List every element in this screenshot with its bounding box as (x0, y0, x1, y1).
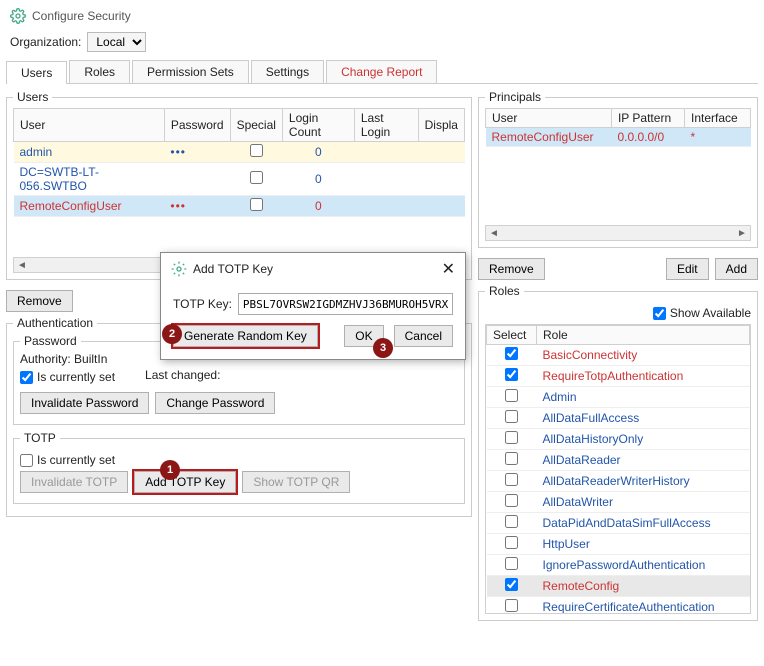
role-checkbox[interactable] (505, 578, 518, 591)
role-checkbox[interactable] (505, 599, 518, 612)
role-row[interactable]: AllDataHistoryOnly (487, 429, 750, 450)
special-checkbox[interactable] (250, 144, 263, 157)
totp-group: TOTP Is currently set Invalidate TOTP Ad… (13, 431, 465, 504)
role-checkbox[interactable] (505, 557, 518, 570)
last-changed-label: Last changed: (145, 368, 220, 382)
main-tabs: Users Roles Permission Sets Settings Cha… (6, 60, 758, 84)
special-checkbox[interactable] (250, 171, 263, 184)
role-checkbox[interactable] (505, 431, 518, 444)
role-checkbox[interactable] (505, 368, 518, 381)
annotation-2: 2 (162, 324, 182, 344)
role-row[interactable]: Admin (487, 387, 750, 408)
principals-panel: Principals User IP Pattern Interface Rem… (478, 90, 758, 248)
remove-user-button[interactable]: Remove (6, 290, 73, 312)
role-row[interactable]: HttpUser (487, 534, 750, 555)
role-row[interactable]: AllDataReader (487, 450, 750, 471)
gear-icon (10, 8, 26, 24)
tab-users[interactable]: Users (6, 61, 67, 84)
role-row[interactable]: RemoteConfig (487, 576, 750, 597)
table-row[interactable]: RemoteConfigUser0.0.0.0/0* (486, 128, 751, 147)
add-principal-button[interactable]: Add (715, 258, 758, 280)
organization-label: Organization: (10, 35, 81, 49)
role-row[interactable]: BasicConnectivity (487, 345, 750, 366)
role-row[interactable]: AllDataWriter (487, 492, 750, 513)
window-title: Configure Security (32, 9, 131, 23)
authentication-title: Authentication (13, 316, 97, 330)
role-row[interactable]: RequireTotpAuthentication (487, 366, 750, 387)
totp-is-set-checkbox[interactable] (20, 454, 33, 467)
password-is-set-checkbox[interactable] (20, 371, 33, 384)
role-checkbox[interactable] (505, 410, 518, 423)
add-totp-key-dialog: Add TOTP Key ✕ TOTP Key: Generate Random… (160, 252, 466, 360)
generate-random-key-button[interactable]: Generate Random Key (173, 325, 318, 347)
annotation-1: 1 (160, 460, 180, 480)
tab-roles[interactable]: Roles (69, 60, 130, 83)
cancel-button[interactable]: Cancel (394, 325, 453, 347)
role-checkbox[interactable] (505, 473, 518, 486)
totp-key-input[interactable] (238, 293, 453, 315)
special-checkbox[interactable] (250, 198, 263, 211)
users-panel-title: Users (13, 90, 52, 104)
authority-label: Authority: (20, 352, 71, 366)
invalidate-password-button[interactable]: Invalidate Password (20, 392, 149, 414)
roles-table: Select Role BasicConnectivityRequireTotp… (486, 325, 750, 614)
edit-principal-button[interactable]: Edit (666, 258, 709, 280)
organization-select[interactable]: Local (87, 32, 146, 52)
roles-panel: Roles Show Available Select Role BasicCo… (478, 284, 758, 621)
role-row[interactable]: AllDataFullAccess (487, 408, 750, 429)
role-checkbox[interactable] (505, 515, 518, 528)
principals-horizontal-scrollbar[interactable]: ◄ ► (485, 225, 751, 241)
role-checkbox[interactable] (505, 494, 518, 507)
authority-value: BuiltIn (74, 352, 107, 366)
role-checkbox[interactable] (505, 536, 518, 549)
invalidate-totp-button[interactable]: Invalidate TOTP (20, 471, 128, 493)
tab-permission-sets[interactable]: Permission Sets (132, 60, 249, 83)
add-totp-key-button[interactable]: Add TOTP Key (134, 471, 236, 493)
table-row[interactable]: DC=SWTB-LT-056.SWTBO0 (14, 163, 465, 196)
tab-change-report[interactable]: Change Report (326, 60, 437, 83)
change-password-button[interactable]: Change Password (155, 392, 275, 414)
role-checkbox[interactable] (505, 347, 518, 360)
table-row[interactable]: admin•••0 (14, 142, 465, 163)
scroll-left-icon[interactable]: ◄ (486, 228, 502, 239)
role-row[interactable]: IgnorePasswordAuthentication (487, 555, 750, 576)
tab-settings[interactable]: Settings (251, 60, 324, 83)
role-row[interactable]: RequireCertificateAuthentication (487, 597, 750, 615)
totp-key-label: TOTP Key: (173, 297, 232, 311)
role-checkbox[interactable] (505, 452, 518, 465)
role-row[interactable]: DataPidAndDataSimFullAccess (487, 513, 750, 534)
show-available-checkbox[interactable] (653, 307, 666, 320)
role-checkbox[interactable] (505, 389, 518, 402)
gear-icon (171, 261, 187, 277)
table-row[interactable]: RemoteConfigUser•••0 (14, 196, 465, 217)
annotation-3: 3 (373, 338, 393, 358)
close-icon[interactable]: ✕ (442, 259, 455, 279)
scroll-left-icon[interactable]: ◄ (14, 260, 30, 271)
show-totp-qr-button[interactable]: Show TOTP QR (242, 471, 350, 493)
users-table: User Password Special Login Count Last L… (13, 108, 465, 217)
dialog-title: Add TOTP Key (193, 262, 273, 276)
principals-table: User IP Pattern Interface RemoteConfigUs… (485, 108, 751, 147)
scroll-right-icon[interactable]: ► (734, 228, 750, 239)
remove-principal-button[interactable]: Remove (478, 258, 545, 280)
role-row[interactable]: AllDataReaderWriterHistory (487, 471, 750, 492)
